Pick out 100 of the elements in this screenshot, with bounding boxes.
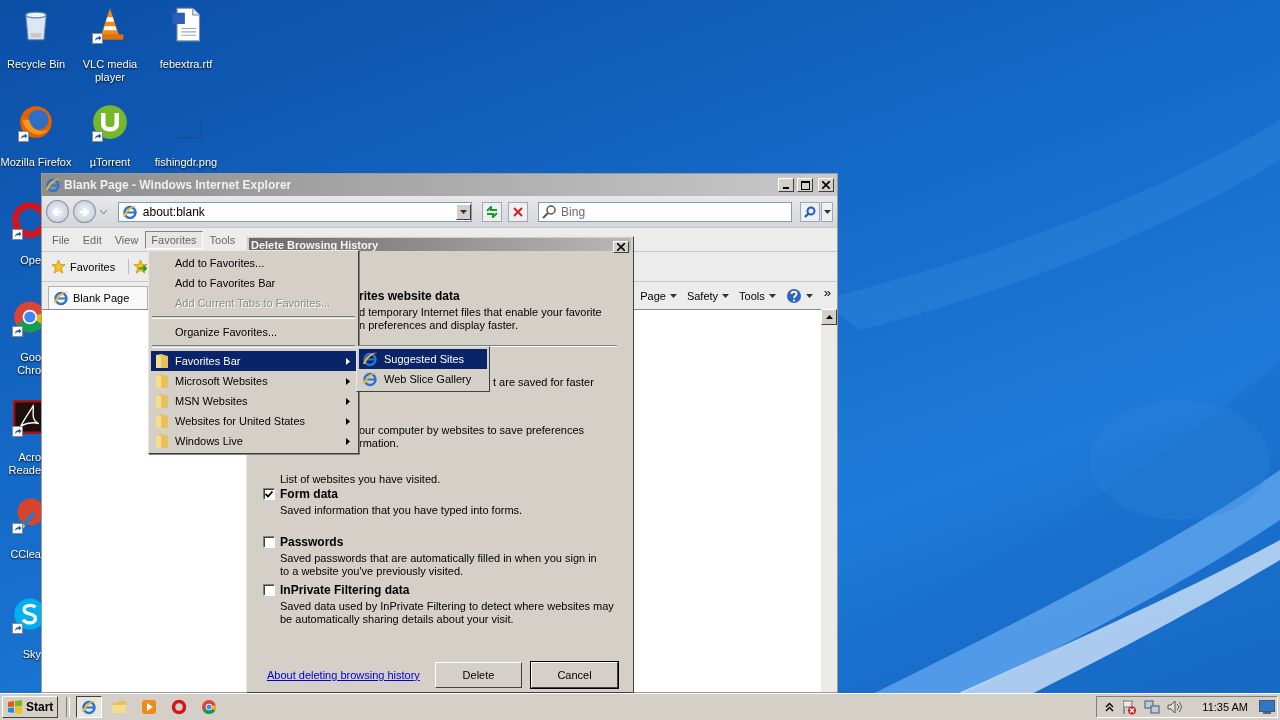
caret-icon (460, 209, 468, 214)
show-desktop-icon[interactable] (1259, 700, 1275, 714)
scroll-up-icon[interactable] (825, 315, 833, 319)
scrollbar[interactable] (821, 309, 837, 692)
search-field[interactable]: Bing (538, 201, 793, 222)
menu-item[interactable]: Favorites (145, 230, 203, 249)
toolbar-menu-button[interactable]: Tools (734, 289, 781, 302)
forward-button[interactable] (72, 200, 96, 223)
description-text: d temporary Internet files that enable your favorite (359, 306, 602, 318)
search-icon (542, 204, 557, 219)
desktop-icon-label[interactable]: µTorrent (89, 156, 131, 169)
close-button[interactable] (818, 178, 834, 192)
browser-logo-icon (45, 177, 61, 193)
flag-alert-icon[interactable] (1121, 699, 1138, 715)
submenu-arrow-icon (346, 437, 350, 445)
dialog-button[interactable]: Delete (435, 662, 522, 688)
u-logo-icon[interactable] (92, 104, 128, 140)
search-button[interactable] (800, 201, 821, 222)
menu-item[interactable]: Microsoft Websites (151, 371, 356, 391)
close-icon (617, 242, 625, 251)
folder-icon (155, 433, 169, 449)
refresh-icon (485, 205, 500, 218)
folder-icon (155, 393, 169, 409)
overflow-button[interactable]: » (817, 285, 831, 306)
option-label: InPrivate Filtering data (280, 583, 410, 597)
show-hidden-icons-icon[interactable] (1105, 702, 1115, 712)
minimize-button[interactable] (778, 178, 794, 192)
folder-icon (155, 413, 169, 429)
page-icon (362, 351, 378, 367)
menu-item[interactable]: Windows Live (151, 431, 356, 451)
menu-item[interactable]: Tools (203, 230, 242, 249)
browser-tab[interactable]: Blank Page (48, 286, 148, 309)
stop-button[interactable] (508, 201, 529, 222)
desktop-icon-label[interactable]: Acro Reade (8, 451, 41, 477)
fox-globe-icon[interactable] (18, 104, 54, 140)
desktop-icon-label[interactable]: Goo Chro (17, 351, 41, 377)
option-label: Passwords (280, 535, 344, 549)
back-arrow-icon (51, 205, 64, 218)
desktop-icon-label[interactable]: VLC media player (82, 58, 138, 84)
menu-item[interactable]: Websites for United States (151, 411, 356, 431)
menu-item[interactable]: Edit (76, 230, 108, 249)
menu-item[interactable]: View (108, 230, 145, 249)
clock[interactable]: 11:35 AM (1202, 701, 1248, 713)
desktop-icon-label[interactable]: Ope (20, 254, 41, 267)
maximize-button[interactable] (797, 178, 813, 192)
back-button[interactable] (46, 200, 69, 223)
option-description: Saved passwords that are automatically filled in when you sign in to a website you've previously visited. (279, 552, 598, 578)
favorites-button[interactable]: Favorites (48, 257, 119, 276)
document-logo-icon[interactable] (12, 399, 41, 435)
ring-logo-icon[interactable] (12, 202, 41, 238)
help-icon (785, 287, 802, 304)
star-icon (51, 259, 66, 274)
folder-icon (111, 699, 128, 715)
menu-item[interactable]: Web Slice Gallery (359, 369, 487, 389)
menu-item[interactable]: Add to Favorites Bar (151, 273, 356, 293)
submenu-arrow-icon (346, 357, 350, 365)
checkbox[interactable] (263, 584, 275, 596)
description-text: t are saved for faster (493, 376, 594, 388)
address-field[interactable]: about:blank (117, 201, 473, 222)
windows-flag-icon (7, 700, 23, 714)
stop-icon (513, 206, 524, 217)
toolbar-menu-button[interactable]: Safety (681, 289, 735, 302)
window-title: Blank Page - Windows Internet Explorer (64, 178, 293, 192)
menu-item[interactable]: Organize Favorites... (151, 322, 356, 342)
refresh-button[interactable] (482, 201, 503, 222)
desktop-icon-label[interactable]: fishingdr.png (154, 156, 218, 169)
browser-logo-icon (81, 699, 98, 715)
menu-item[interactable]: Favorites Bar (151, 351, 356, 371)
desktop-icon-label[interactable]: febextra.rtf (159, 58, 213, 71)
option-description: Saved information that you have typed into forms. (279, 504, 524, 517)
dropdown-caret-icon[interactable] (99, 209, 107, 214)
description-text: n preferences and display faster. (359, 319, 518, 331)
media-player-icon (141, 699, 158, 715)
menu-item[interactable]: File (46, 230, 76, 249)
desktop-icon-label[interactable]: Sky (22, 648, 41, 661)
description-text: our computer by websites to save preferences (359, 424, 584, 436)
forward-arrow-icon (78, 205, 91, 218)
menu-item[interactable]: Add to Favorites... (151, 253, 356, 273)
default-button[interactable]: Cancel (531, 662, 618, 688)
desktop-icon-label[interactable]: CClea (10, 548, 41, 561)
menu-item[interactable]: Suggested Sites (359, 349, 487, 369)
wheel-logo-icon (201, 699, 218, 715)
close-icon (822, 181, 830, 189)
folder-icon (155, 373, 169, 389)
desktop-icon-label[interactable]: Recycle Bin (6, 58, 66, 71)
help-link[interactable]: About deleting browsing history (267, 669, 426, 681)
maximize-icon (800, 180, 810, 190)
start-button[interactable]: Start (2, 696, 59, 718)
taskbar-app-button[interactable] (76, 696, 103, 718)
menu-item[interactable]: MSN Websites (151, 391, 356, 411)
search-options-button[interactable] (821, 201, 833, 222)
toolbar-menu-button[interactable]: Page (635, 289, 682, 302)
caret-icon (669, 293, 677, 298)
desktop-icon-label[interactable]: Mozilla Firefox (0, 156, 72, 169)
volume-icon[interactable] (1167, 699, 1184, 715)
close-button[interactable] (613, 240, 629, 253)
checkbox[interactable] (263, 536, 275, 548)
network-icon[interactable] (1144, 699, 1161, 715)
option-label: Form data (280, 487, 338, 501)
checkbox[interactable] (263, 488, 275, 500)
